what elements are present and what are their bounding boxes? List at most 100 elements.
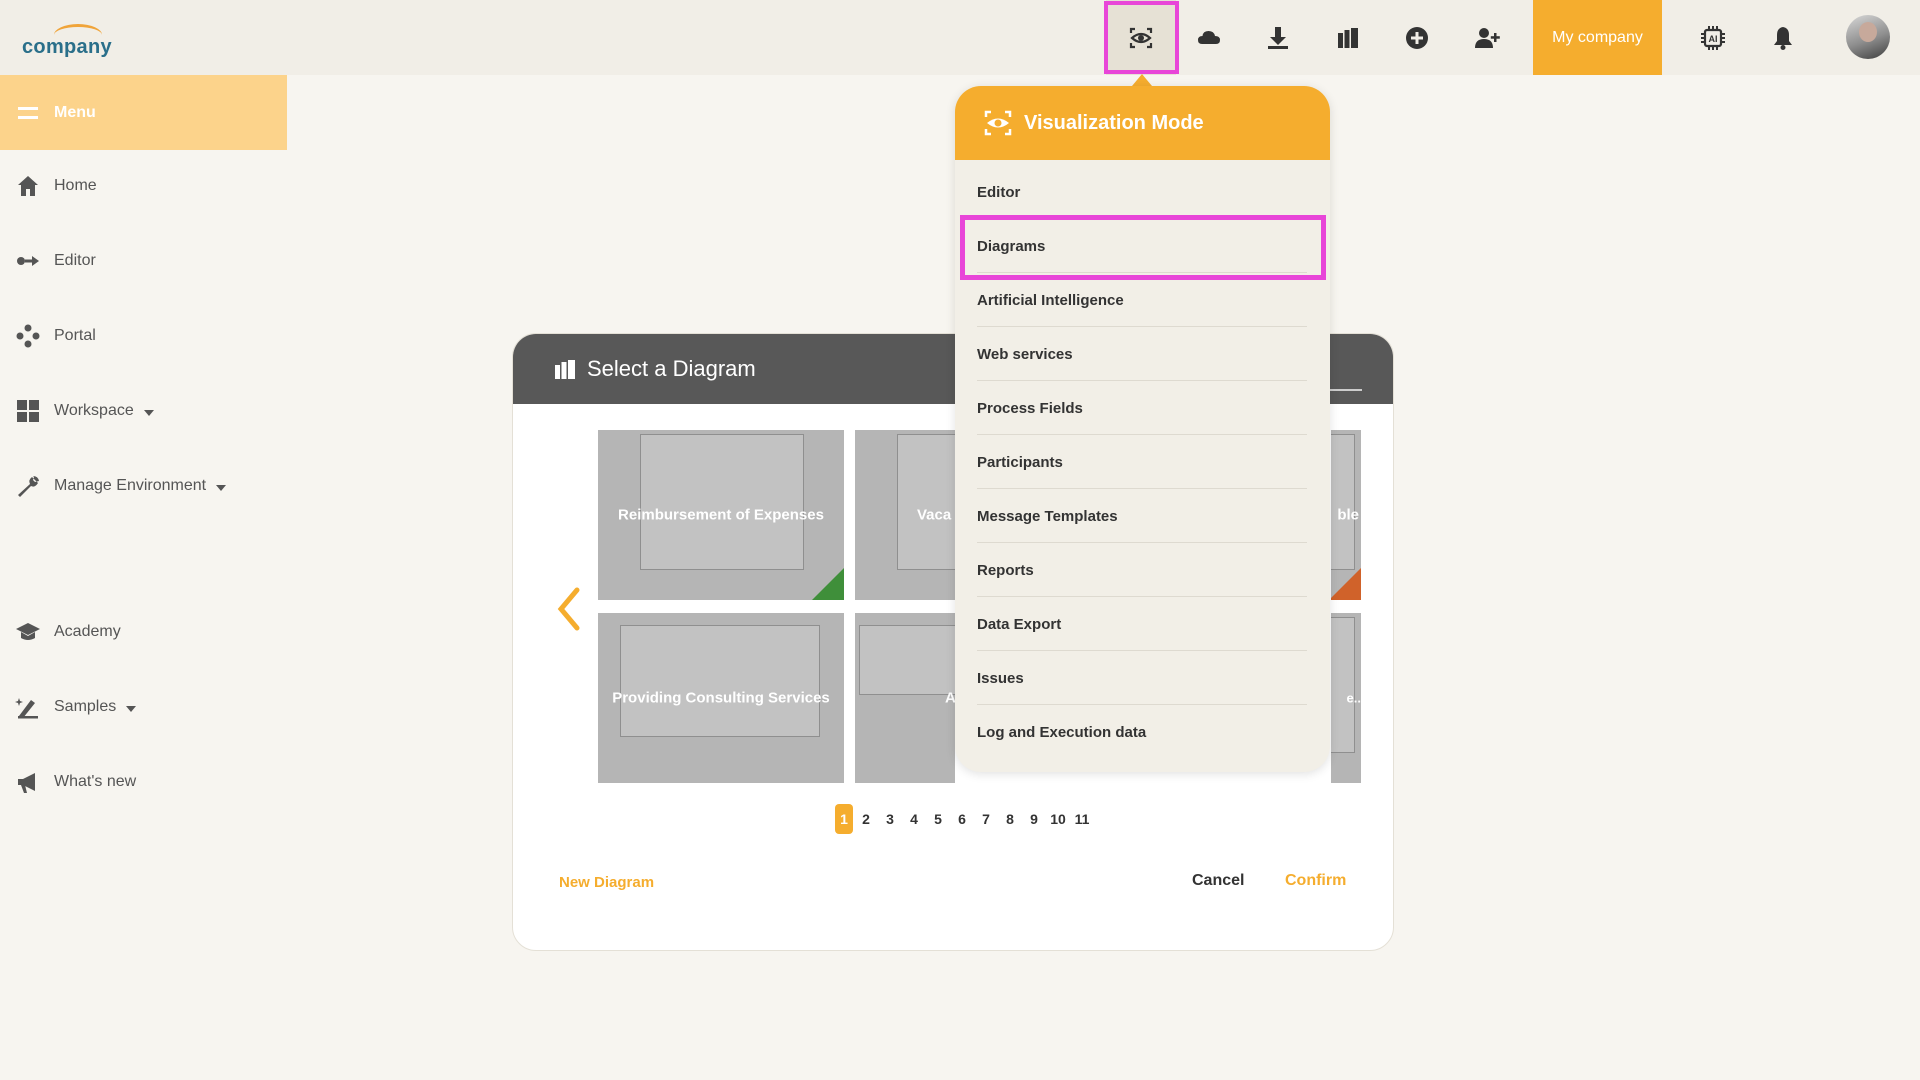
menu-item-editor[interactable]: Editor: [977, 166, 1307, 219]
sidebar-item-manage-environment[interactable]: Manage Environment: [0, 466, 287, 506]
page-button[interactable]: 10: [1047, 804, 1069, 834]
sidebar-item-label: Portal: [54, 327, 96, 344]
ai-chip-icon[interactable]: AI: [1678, 0, 1748, 75]
sidebar-item-label: Academy: [54, 623, 121, 640]
diagram-thumbnail-label: ble: [1337, 506, 1359, 524]
diagram-preview: [897, 434, 955, 570]
new-diagram-link[interactable]: New Diagram: [559, 874, 654, 891]
chevron-down-icon: [126, 705, 137, 712]
diagram-thumbnail[interactable]: Reimbursement of Expenses: [598, 430, 844, 600]
status-corner: [1331, 568, 1361, 600]
diagram-thumbnail[interactable]: Vaca: [855, 430, 955, 600]
menu-label: Menu: [54, 103, 96, 121]
page-button[interactable]: 6: [951, 804, 973, 834]
diagram-preview: [640, 434, 804, 570]
diagram-preview: [620, 625, 820, 737]
menu-item-participants[interactable]: Participants: [977, 436, 1307, 489]
user-avatar[interactable]: [1846, 15, 1890, 59]
sidebar-item-samples[interactable]: Samples: [0, 687, 287, 727]
visualization-mode-header: Visualization Mode: [955, 86, 1330, 160]
wrench-icon: [14, 472, 42, 500]
chevron-down-icon: [216, 484, 227, 491]
my-company-button[interactable]: My company: [1533, 0, 1662, 75]
menu-item-web-services[interactable]: Web services: [977, 328, 1307, 381]
menu-item-artificial-intelligence[interactable]: Artificial Intelligence: [977, 274, 1307, 327]
add-user-icon[interactable]: [1452, 0, 1522, 75]
library-icon[interactable]: [1313, 0, 1383, 75]
sidebar-item-label: Editor: [54, 252, 96, 269]
diagram-thumbnail-label: Providing Consulting Services: [612, 689, 830, 707]
sidebar-item-label: What's new: [54, 773, 137, 790]
hamburger-icon: [18, 106, 38, 119]
menu-item-reports[interactable]: Reports: [977, 544, 1307, 597]
confirm-button[interactable]: Confirm: [1285, 872, 1346, 890]
diagram-thumbnail-label: e..: [1346, 690, 1361, 706]
previous-arrow-icon[interactable]: [549, 584, 589, 634]
diagram-thumbnail[interactable]: e..: [1331, 613, 1361, 783]
library-icon: [555, 360, 575, 379]
editor-icon: [14, 247, 42, 275]
diagram-thumbnail[interactable]: ble: [1331, 430, 1361, 600]
diagram-thumbnail-label: A: [945, 689, 955, 707]
sidebar-item-academy[interactable]: Academy: [0, 612, 287, 652]
visualization-mode-title: Visualization Mode: [1024, 111, 1204, 134]
sidebar-item-whats-new[interactable]: What's new: [0, 762, 287, 802]
menu-item-message-templates[interactable]: Message Templates: [977, 490, 1307, 543]
samples-icon: [14, 693, 42, 721]
sidebar-item-label: Manage Environment: [54, 477, 207, 494]
sidebar-item-workspace[interactable]: Workspace: [0, 391, 287, 431]
diagrams-item-highlight: [960, 215, 1326, 280]
menu-item-issues[interactable]: Issues: [977, 652, 1307, 705]
grid-icon: [14, 397, 42, 425]
sidebar-item-portal[interactable]: Portal: [0, 316, 287, 356]
visualization-mode-menu: Visualization Mode Editor Diagrams Artif…: [955, 86, 1330, 772]
menu-item-log-and-execution-data[interactable]: Log and Execution data: [977, 706, 1307, 759]
chevron-down-icon: [143, 409, 154, 416]
dropdown-pointer: [1132, 74, 1152, 86]
diagram-thumbnail[interactable]: A: [855, 613, 955, 783]
pagination: 1 2 3 4 5 6 7 8 9 10 11: [835, 804, 1095, 834]
sidebar-item-label: Workspace: [54, 402, 134, 419]
svg-text:AI: AI: [1709, 34, 1718, 44]
sidebar-item-editor[interactable]: Editor: [0, 241, 287, 281]
diagram-thumbnail-label: Vaca: [917, 506, 952, 524]
page-button[interactable]: 11: [1071, 804, 1093, 834]
page-button[interactable]: 1: [835, 804, 853, 834]
eye-button-highlight: [1104, 1, 1179, 74]
header-divider: [1326, 389, 1362, 391]
page-button[interactable]: 3: [879, 804, 901, 834]
cloud-icon[interactable]: [1174, 0, 1244, 75]
menu-item-process-fields[interactable]: Process Fields: [977, 382, 1307, 435]
diagram-preview: [859, 625, 955, 695]
cancel-button[interactable]: Cancel: [1192, 872, 1244, 890]
sidebar-item-label: Samples: [54, 698, 117, 715]
page-button[interactable]: 9: [1023, 804, 1045, 834]
menu-item-data-export[interactable]: Data Export: [977, 598, 1307, 651]
page-button[interactable]: 5: [927, 804, 949, 834]
graduation-cap-icon: [14, 618, 42, 646]
page-button[interactable]: 8: [999, 804, 1021, 834]
dialog-title: Select a Diagram: [587, 356, 756, 381]
diagram-preview: [1331, 617, 1355, 753]
page-button[interactable]: 4: [903, 804, 925, 834]
diagram-thumbnail-label: Reimbursement of Expenses: [618, 506, 824, 524]
sidebar-item-home[interactable]: Home: [0, 166, 287, 206]
plus-circle-icon[interactable]: [1382, 0, 1452, 75]
top-bar: company My company AI: [0, 0, 1920, 75]
download-icon[interactable]: [1243, 0, 1313, 75]
company-logo[interactable]: company: [20, 22, 140, 62]
sidebar: Menu Home Editor Portal Workspace Manage…: [0, 75, 287, 1080]
sidebar-item-label: Home: [54, 177, 97, 194]
page-button[interactable]: 7: [975, 804, 997, 834]
logo-text: company: [22, 36, 112, 58]
eye-icon: [984, 110, 1012, 136]
status-corner: [812, 568, 844, 600]
bell-icon[interactable]: [1748, 0, 1818, 75]
home-icon: [14, 172, 42, 200]
portal-icon: [14, 322, 42, 350]
diagram-preview: [1331, 434, 1355, 570]
diagram-thumbnail[interactable]: Providing Consulting Services: [598, 613, 844, 783]
menu-toggle[interactable]: Menu: [0, 75, 287, 150]
page-button[interactable]: 2: [855, 804, 877, 834]
megaphone-icon: [14, 768, 42, 796]
